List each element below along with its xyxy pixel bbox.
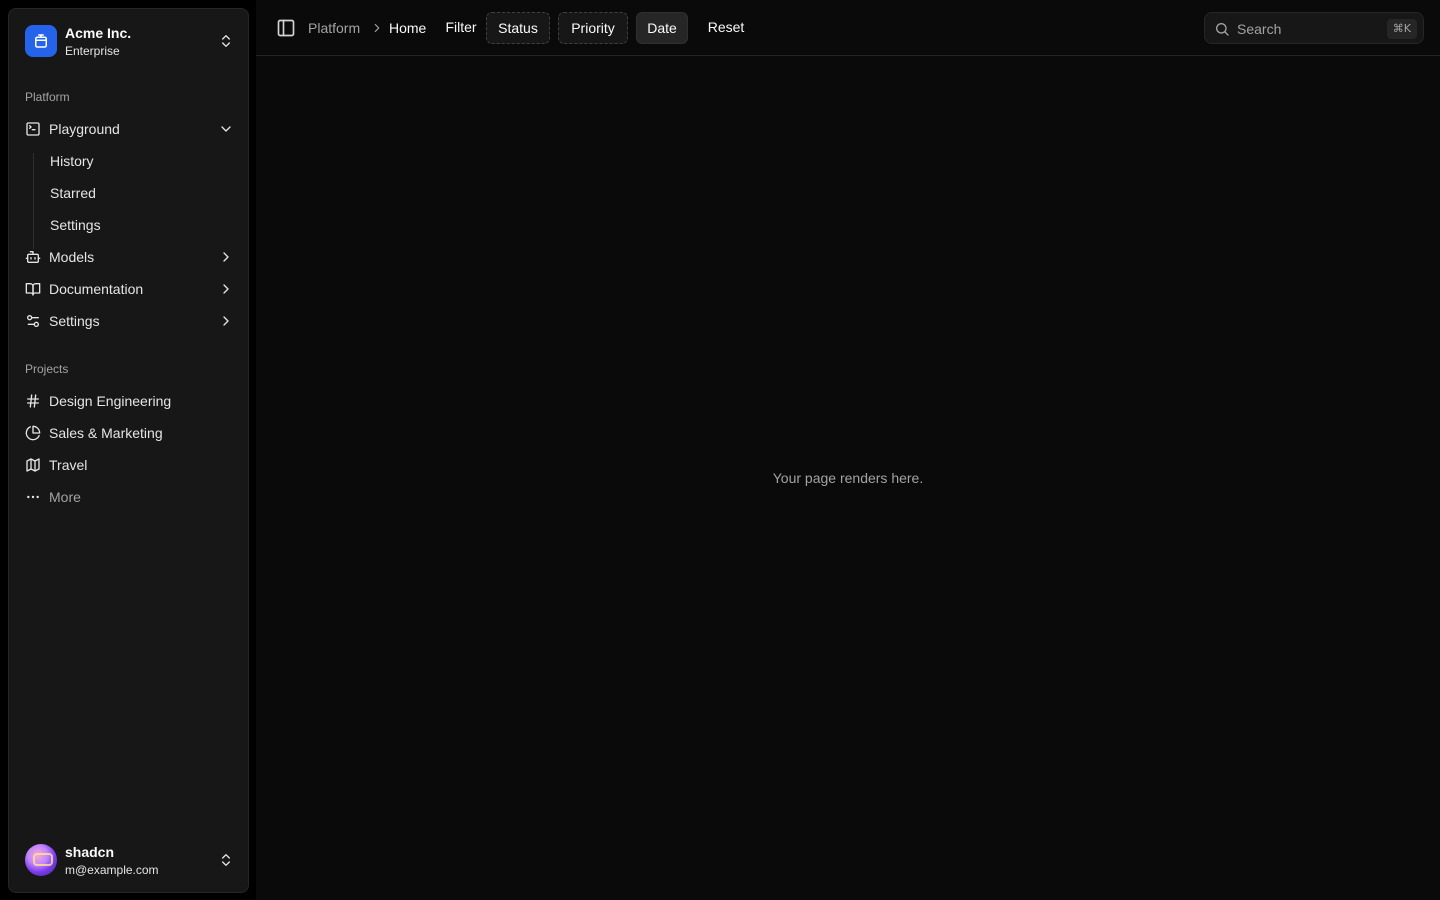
page-placeholder-text: Your page renders here.: [772, 470, 924, 486]
sidebar-item-models[interactable]: Models: [17, 241, 242, 273]
chevron-down-icon: [221, 126, 231, 132]
submenu-item-label: Settings: [50, 217, 101, 233]
submenu-item-starred[interactable]: Starred: [42, 179, 232, 207]
chevron-right-icon: [223, 284, 229, 294]
more-horizontal-icon: [27, 495, 39, 499]
header: Platform Home Filter Status Priority Dat…: [256, 0, 1440, 56]
sidebar-item-label: Playground: [49, 121, 120, 137]
book-open-icon: [25, 283, 41, 296]
terminal-square-icon: [26, 122, 40, 136]
sidebar-item-label: Models: [49, 249, 95, 265]
search-icon: [1216, 23, 1229, 36]
projects-more[interactable]: More: [17, 481, 242, 513]
sidebar-item-label: Settings: [49, 313, 100, 329]
submenu-item-label: History: [50, 153, 94, 169]
submenu-item-label: Starred: [50, 185, 96, 201]
sidebar-item-documentation[interactable]: Documentation: [17, 273, 242, 305]
team-switcher[interactable]: Acme Inc. Enterprise: [17, 17, 242, 65]
sidebar-item-playground[interactable]: Playground: [17, 113, 242, 145]
project-item-label: Sales & Marketing: [49, 425, 163, 441]
date-filter-button[interactable]: Date: [636, 12, 688, 44]
team-logo-icon: [25, 25, 57, 57]
hash-icon: [27, 394, 39, 408]
chevrons-up-down-icon: [222, 35, 230, 47]
sidebar: Acme Inc. Enterprise Platform Playground…: [8, 8, 249, 893]
chevrons-up-down-icon: [222, 854, 230, 866]
project-item-label: Travel: [49, 457, 88, 473]
submenu-item-settings[interactable]: Settings: [42, 211, 232, 239]
search-input[interactable]: Search ⌘K: [1204, 12, 1424, 44]
submenu-divider: [33, 153, 34, 249]
user-menu[interactable]: shadcn m@example.com: [17, 836, 242, 884]
search-shortcut-badge: ⌘K: [1386, 19, 1417, 39]
main-content: Platform Home Filter Status Priority Dat…: [256, 0, 1440, 900]
breadcrumb-home: Home: [389, 20, 427, 36]
avatar: [25, 844, 57, 876]
projects-group-label: Projects: [25, 362, 69, 376]
chevron-right-icon: [223, 252, 229, 262]
chevron-right-icon: [374, 23, 380, 33]
sidebar-item-label: Documentation: [49, 281, 144, 297]
submenu-item-history[interactable]: History: [42, 147, 232, 175]
team-name: Acme Inc.: [65, 25, 132, 41]
project-item-travel[interactable]: Travel: [17, 449, 242, 481]
priority-filter-button[interactable]: Priority: [558, 12, 628, 44]
map-icon: [26, 458, 40, 472]
sidebar-item-settings[interactable]: Settings: [17, 305, 242, 337]
platform-group-label: Platform: [25, 90, 70, 104]
more-label: More: [49, 489, 81, 505]
project-item-label: Design Engineering: [49, 393, 172, 409]
settings-2-icon: [26, 315, 39, 327]
filter-button[interactable]: Filter: [436, 12, 486, 44]
bot-icon: [25, 251, 41, 263]
search-placeholder: Search: [1237, 21, 1282, 37]
team-plan: Enterprise: [65, 44, 120, 58]
reset-button[interactable]: Reset: [696, 12, 756, 44]
project-item-design-engineering[interactable]: Design Engineering: [17, 385, 242, 417]
pie-chart-icon: [25, 425, 41, 441]
status-filter-button[interactable]: Status: [486, 12, 550, 44]
breadcrumb-platform[interactable]: Platform: [308, 20, 360, 36]
user-name: shadcn: [65, 844, 115, 860]
project-item-sales-marketing[interactable]: Sales & Marketing: [17, 417, 242, 449]
chevron-right-icon: [223, 316, 229, 326]
sidebar-toggle-icon[interactable]: [276, 18, 296, 38]
user-email: m@example.com: [65, 863, 159, 877]
